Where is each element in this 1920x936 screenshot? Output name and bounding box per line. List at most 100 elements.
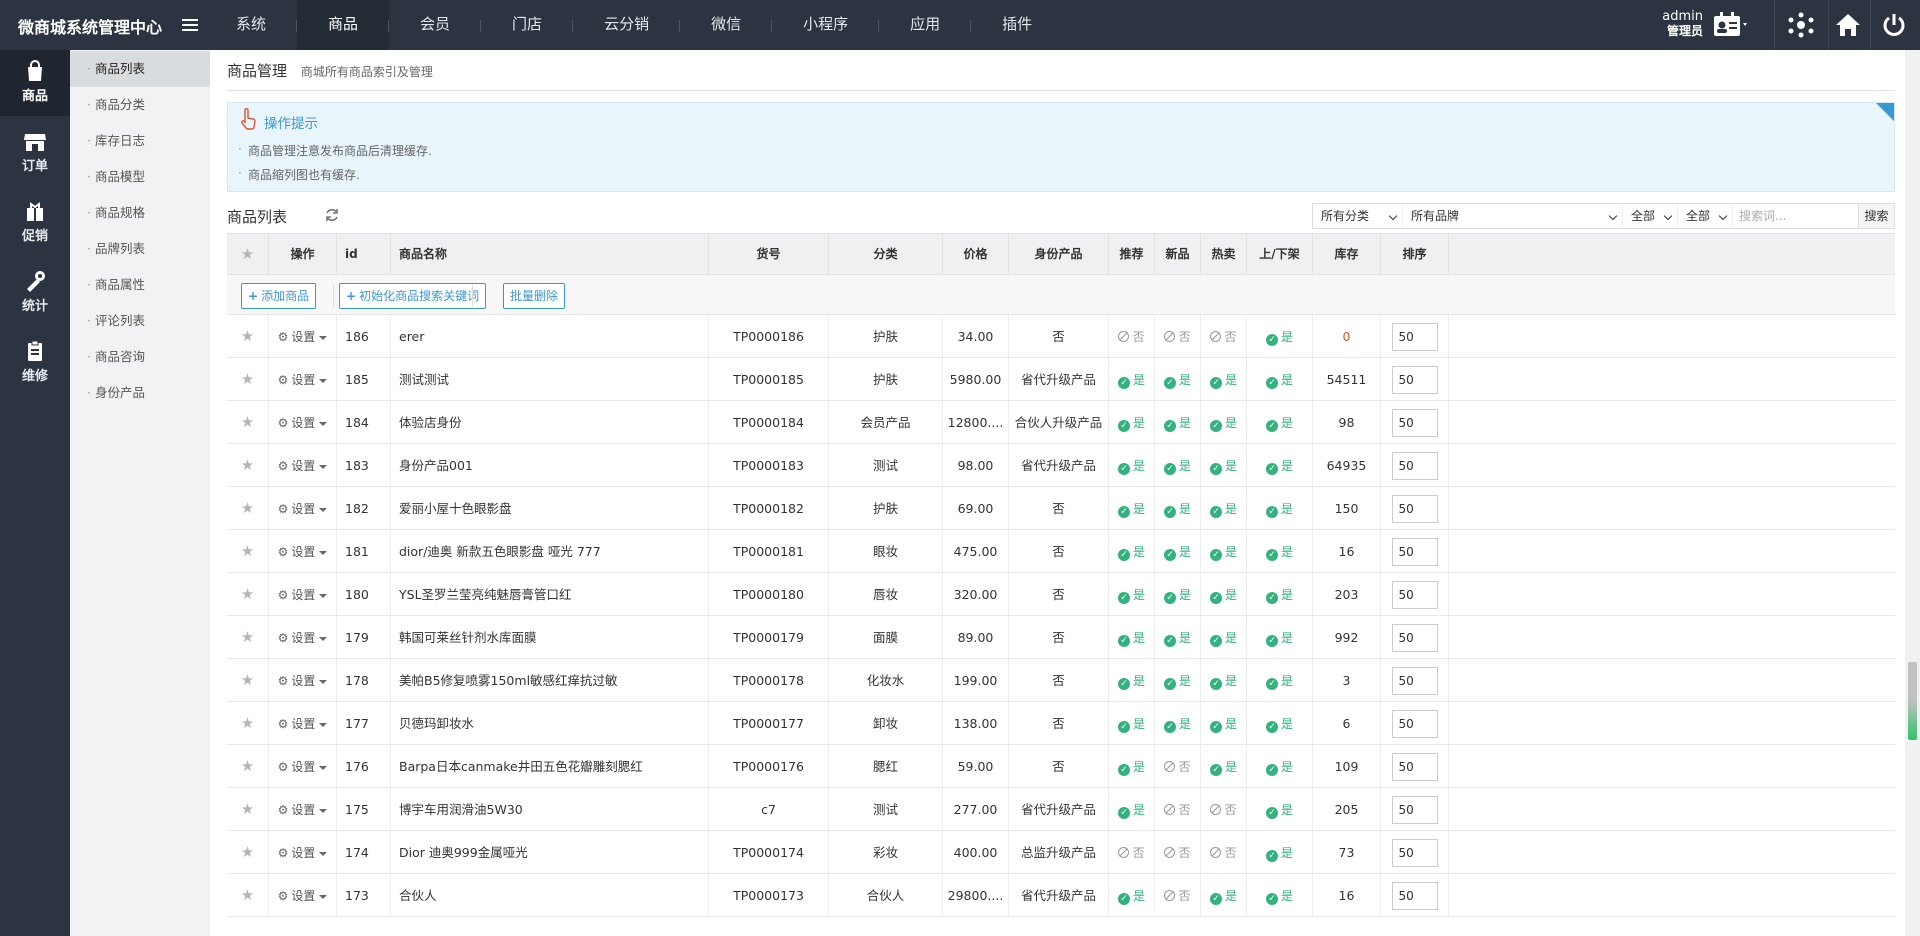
status-no[interactable]: 否 bbox=[1164, 803, 1191, 817]
sort-input[interactable]: 50 bbox=[1391, 452, 1438, 480]
favorite-star-icon[interactable]: ★ bbox=[227, 702, 269, 745]
submenu-item[interactable]: 商品属性 bbox=[70, 267, 210, 303]
status-yes[interactable]: ✓ 是 bbox=[1265, 674, 1293, 690]
search-input[interactable]: 搜索词... bbox=[1733, 204, 1858, 228]
status-yes[interactable]: ✓ 是 bbox=[1209, 889, 1237, 905]
sort-input[interactable]: 50 bbox=[1391, 366, 1438, 394]
favorite-star-icon[interactable]: ★ bbox=[227, 659, 269, 702]
favorite-star-icon[interactable]: ★ bbox=[227, 831, 269, 874]
status-no[interactable]: 否 bbox=[1164, 846, 1191, 860]
status-no[interactable]: 否 bbox=[1118, 330, 1145, 344]
status-yes[interactable]: ✓ 是 bbox=[1117, 373, 1145, 389]
status-yes[interactable]: ✓ 是 bbox=[1117, 760, 1145, 776]
status-yes[interactable]: ✓ 是 bbox=[1265, 889, 1293, 905]
sort-input[interactable]: 50 bbox=[1391, 495, 1438, 523]
refresh-icon[interactable] bbox=[325, 208, 339, 222]
nav-item-1[interactable]: 商品 bbox=[297, 0, 390, 50]
select-all-star-icon[interactable]: ★ bbox=[227, 234, 269, 274]
sort-input[interactable]: 50 bbox=[1391, 624, 1438, 652]
sort-input[interactable]: 50 bbox=[1391, 323, 1438, 351]
submenu-item[interactable]: 身份产品 bbox=[70, 375, 210, 411]
status-yes[interactable]: ✓ 是 bbox=[1209, 416, 1237, 432]
status-yes[interactable]: ✓ 是 bbox=[1209, 588, 1237, 604]
status-yes[interactable]: ✓ 是 bbox=[1265, 502, 1293, 518]
settings-dropdown[interactable]: ⚙ 设置 bbox=[272, 410, 334, 436]
status-no[interactable]: 否 bbox=[1210, 330, 1237, 344]
profile-card-icon[interactable] bbox=[1712, 12, 1748, 38]
favorite-star-icon[interactable]: ★ bbox=[227, 315, 269, 358]
nav-item-0[interactable]: 系统 bbox=[205, 0, 298, 50]
power-icon[interactable] bbox=[1882, 13, 1906, 39]
status-yes[interactable]: ✓ 是 bbox=[1163, 459, 1191, 475]
submenu-item[interactable]: 品牌列表 bbox=[70, 231, 210, 267]
status-yes[interactable]: ✓ 是 bbox=[1265, 330, 1293, 346]
scrollbar[interactable] bbox=[1905, 50, 1920, 936]
status-yes[interactable]: ✓ 是 bbox=[1209, 760, 1237, 776]
status-yes[interactable]: ✓ 是 bbox=[1117, 459, 1145, 475]
status-no[interactable]: 否 bbox=[1164, 760, 1191, 774]
status-yes[interactable]: ✓ 是 bbox=[1163, 416, 1191, 432]
status-yes[interactable]: ✓ 是 bbox=[1265, 373, 1293, 389]
status-yes[interactable]: ✓ 是 bbox=[1163, 502, 1191, 518]
status-yes[interactable]: ✓ 是 bbox=[1265, 846, 1293, 862]
status-yes[interactable]: ✓ 是 bbox=[1117, 545, 1145, 561]
sort-input[interactable]: 50 bbox=[1391, 710, 1438, 738]
brand-select[interactable]: 所有品牌 bbox=[1403, 204, 1623, 228]
settings-dropdown[interactable]: ⚙ 设置 bbox=[272, 668, 334, 694]
status-yes[interactable]: ✓ 是 bbox=[1163, 545, 1191, 561]
favorite-star-icon[interactable]: ★ bbox=[227, 401, 269, 444]
type-select[interactable]: 全部 bbox=[1678, 204, 1733, 228]
nav-item-8[interactable]: 插件 bbox=[971, 0, 1063, 50]
collapse-corner-icon[interactable] bbox=[1876, 103, 1894, 121]
status-yes[interactable]: ✓ 是 bbox=[1209, 545, 1237, 561]
settings-dropdown[interactable]: ⚙ 设置 bbox=[272, 797, 334, 823]
sort-input[interactable]: 50 bbox=[1391, 753, 1438, 781]
nav-item-6[interactable]: 小程序 bbox=[772, 0, 880, 50]
status-yes[interactable]: ✓ 是 bbox=[1265, 545, 1293, 561]
nav-item-2[interactable]: 会员 bbox=[389, 0, 482, 50]
sort-input[interactable]: 50 bbox=[1391, 409, 1438, 437]
status-yes[interactable]: ✓ 是 bbox=[1209, 459, 1237, 475]
submenu-item[interactable]: 评论列表 bbox=[70, 303, 210, 339]
settings-dropdown[interactable]: ⚙ 设置 bbox=[272, 539, 334, 565]
status-yes[interactable]: ✓ 是 bbox=[1117, 674, 1145, 690]
sort-input[interactable]: 50 bbox=[1391, 882, 1438, 910]
submenu-item[interactable]: 商品规格 bbox=[70, 195, 210, 231]
favorite-star-icon[interactable]: ★ bbox=[227, 573, 269, 616]
iconbar-item-goods[interactable]: 商品 bbox=[0, 50, 70, 116]
submenu-item[interactable]: 商品列表 bbox=[70, 51, 210, 87]
sort-input[interactable]: 50 bbox=[1391, 796, 1438, 824]
settings-dropdown[interactable]: ⚙ 设置 bbox=[272, 711, 334, 737]
settings-dropdown[interactable]: ⚙ 设置 bbox=[272, 582, 334, 608]
search-button[interactable]: 搜索 bbox=[1858, 204, 1894, 228]
status-yes[interactable]: ✓ 是 bbox=[1117, 717, 1145, 733]
favorite-star-icon[interactable]: ★ bbox=[227, 745, 269, 788]
status-yes[interactable]: ✓ 是 bbox=[1265, 588, 1293, 604]
status-yes[interactable]: ✓ 是 bbox=[1265, 717, 1293, 733]
status-yes[interactable]: ✓ 是 bbox=[1117, 803, 1145, 819]
network-icon[interactable] bbox=[1788, 12, 1814, 38]
status-yes[interactable]: ✓ 是 bbox=[1117, 631, 1145, 647]
settings-dropdown[interactable]: ⚙ 设置 bbox=[272, 453, 334, 479]
favorite-star-icon[interactable]: ★ bbox=[227, 788, 269, 831]
status-yes[interactable]: ✓ 是 bbox=[1163, 674, 1191, 690]
submenu-item[interactable]: 商品咨询 bbox=[70, 339, 210, 375]
status-yes[interactable]: ✓ 是 bbox=[1117, 889, 1145, 905]
status-yes[interactable]: ✓ 是 bbox=[1117, 416, 1145, 432]
batch-delete-button[interactable]: 批量删除 bbox=[503, 283, 566, 309]
status-no[interactable]: 否 bbox=[1210, 803, 1237, 817]
favorite-star-icon[interactable]: ★ bbox=[227, 616, 269, 659]
status-yes[interactable]: ✓ 是 bbox=[1209, 674, 1237, 690]
settings-dropdown[interactable]: ⚙ 设置 bbox=[272, 625, 334, 651]
nav-item-5[interactable]: 微信 bbox=[680, 0, 773, 50]
status-yes[interactable]: ✓ 是 bbox=[1265, 416, 1293, 432]
submenu-item[interactable]: 商品模型 bbox=[70, 159, 210, 195]
status-yes[interactable]: ✓ 是 bbox=[1265, 459, 1293, 475]
home-icon[interactable] bbox=[1835, 12, 1861, 38]
iconbar-item-promotion[interactable]: 促销 bbox=[0, 190, 70, 256]
status-yes[interactable]: ✓ 是 bbox=[1209, 502, 1237, 518]
status-yes[interactable]: ✓ 是 bbox=[1265, 631, 1293, 647]
settings-dropdown[interactable]: ⚙ 设置 bbox=[272, 367, 334, 393]
status-yes[interactable]: ✓ 是 bbox=[1209, 717, 1237, 733]
iconbar-item-orders[interactable]: 订单 bbox=[0, 120, 70, 186]
